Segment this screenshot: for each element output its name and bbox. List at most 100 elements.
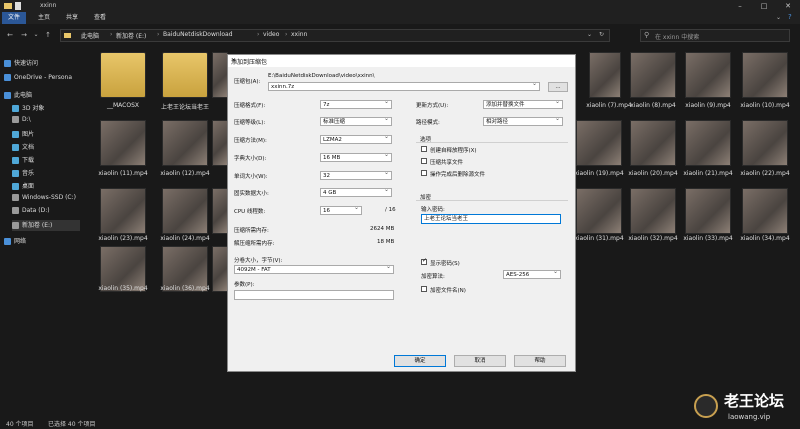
file-label[interactable]: xiaolin (9).mp4: [678, 102, 738, 109]
folder-thumbnail[interactable]: [100, 52, 146, 98]
nav-this-pc[interactable]: 此电脑: [4, 90, 32, 101]
show-password-checkbox[interactable]: [421, 257, 427, 265]
chevron-down-icon[interactable]: ⌄: [587, 31, 592, 38]
video-thumbnail[interactable]: [100, 188, 146, 234]
delete-label[interactable]: 操作完成后删除源文件: [430, 170, 485, 178]
file-label[interactable]: xiaolin (19).mp4: [569, 170, 629, 177]
cancel-button[interactable]: 取消: [454, 355, 506, 367]
ok-button[interactable]: 确定: [394, 355, 446, 367]
video-thumbnail[interactable]: [630, 52, 676, 98]
tab-file[interactable]: 文件: [2, 12, 27, 24]
nav-3d-objects[interactable]: 3D 对象: [12, 103, 44, 114]
file-label[interactable]: xiaolin (11).mp4: [93, 170, 153, 177]
video-thumbnail[interactable]: [576, 188, 622, 234]
nav-quick-access[interactable]: 快速访问: [4, 58, 38, 69]
video-thumbnail[interactable]: [100, 120, 146, 166]
password-input[interactable]: 上老王论坛当老王: [421, 214, 561, 224]
update-select[interactable]: 添加并替换文件: [483, 98, 563, 109]
video-thumbnail[interactable]: [212, 120, 228, 166]
nav-drive-d[interactable]: D:\: [12, 116, 31, 127]
enc-names-checkbox[interactable]: [421, 286, 427, 292]
solid-select[interactable]: 4 GB: [320, 186, 392, 197]
file-label[interactable]: xiaolin (24).mp4: [155, 235, 215, 242]
nav-downloads[interactable]: 下载: [12, 155, 34, 166]
address-box[interactable]: 此电脑 › 新加卷 (E:) › BaiduNetdiskDownload › …: [60, 29, 610, 42]
show-password-label[interactable]: 显示密码(S): [430, 259, 460, 267]
nav-pictures[interactable]: 图片: [12, 129, 34, 140]
chevron-down-icon[interactable]: ⌄: [776, 14, 781, 21]
sfx-checkbox[interactable]: [421, 146, 427, 152]
nav-network[interactable]: 网络: [4, 236, 26, 247]
file-label[interactable]: xiaolin (10).mp4: [735, 102, 795, 109]
file-label[interactable]: xiaolin (20).mp4: [623, 170, 683, 177]
breadcrumb-volume-e[interactable]: 新加卷 (E:): [116, 31, 146, 40]
close-icon[interactable]: ✕: [231, 57, 571, 64]
breadcrumb-this-pc[interactable]: 此电脑: [81, 31, 99, 40]
video-thumbnail[interactable]: [576, 120, 622, 166]
video-thumbnail[interactable]: [212, 246, 228, 292]
tab-share[interactable]: 共享: [60, 12, 84, 24]
video-thumbnail[interactable]: [589, 52, 621, 98]
search-input[interactable]: ⚲ 在 xxinn 中搜索: [640, 29, 790, 42]
file-label[interactable]: xiaolin (35).mp4: [93, 285, 153, 292]
file-label[interactable]: xiaolin (33).mp4: [678, 235, 738, 242]
params-input[interactable]: [234, 290, 394, 300]
file-label[interactable]: xiaolin (22).mp4: [735, 170, 795, 177]
nav-music[interactable]: 音乐: [12, 168, 34, 179]
split-select[interactable]: 4092M - FAT: [234, 263, 394, 274]
video-thumbnail[interactable]: [685, 188, 731, 234]
video-thumbnail[interactable]: [630, 120, 676, 166]
video-thumbnail[interactable]: [685, 120, 731, 166]
video-thumbnail[interactable]: [685, 52, 731, 98]
file-label[interactable]: xiaolin (32).mp4: [623, 235, 683, 242]
enc-names-label[interactable]: 加密文件名(N): [430, 286, 466, 294]
breadcrumb-baidunetdisk[interactable]: BaiduNetdiskDownload: [163, 31, 233, 38]
nav-desktop[interactable]: 桌面: [12, 181, 34, 192]
file-label[interactable]: 上老王论坛当老王: [155, 102, 215, 111]
dict-select[interactable]: 16 MB: [320, 151, 392, 162]
tab-view[interactable]: 查看: [88, 12, 112, 24]
file-label[interactable]: __MACOSX: [93, 102, 153, 109]
shared-label[interactable]: 压缩共享文件: [430, 158, 463, 166]
browse-button[interactable]: ...: [548, 82, 568, 92]
sfx-label[interactable]: 创建自释放程序(X): [430, 146, 477, 154]
file-label[interactable]: xiaolin (12).mp4: [155, 170, 215, 177]
method-select[interactable]: LZMA2: [320, 133, 392, 144]
enc-method-select[interactable]: AES-256: [503, 268, 561, 279]
nav-volume-e[interactable]: 新加卷 (E:): [12, 220, 80, 231]
video-thumbnail[interactable]: [162, 188, 208, 234]
help-button[interactable]: 帮助: [514, 355, 566, 367]
nav-drive-c[interactable]: Windows-SSD (C:): [12, 194, 76, 205]
back-arrow-icon[interactable]: ←: [4, 29, 16, 41]
file-label[interactable]: xiaolin (8).mp4: [623, 102, 683, 109]
forward-arrow-icon[interactable]: →: [18, 29, 30, 41]
archive-name-combo[interactable]: xxinn.7z: [268, 80, 540, 91]
up-arrow-icon[interactable]: ↑: [42, 29, 54, 41]
level-select[interactable]: 标准压缩: [320, 115, 392, 126]
video-thumbnail[interactable]: [742, 52, 788, 98]
folder-thumbnail[interactable]: [162, 52, 208, 98]
file-label[interactable]: xiaolin (34).mp4: [735, 235, 795, 242]
file-label[interactable]: xiaolin (36).mp4: [155, 285, 215, 292]
nav-data-d[interactable]: Data (D:): [12, 207, 50, 218]
breadcrumb-video[interactable]: video: [263, 31, 279, 38]
tab-home[interactable]: 主页: [32, 12, 56, 24]
breadcrumb-xxinn[interactable]: xxinn: [291, 31, 307, 38]
word-select[interactable]: 32: [320, 169, 392, 180]
nav-documents[interactable]: 文档: [12, 142, 34, 153]
chevron-down-icon[interactable]: ⌄: [30, 29, 42, 41]
file-label[interactable]: xiaolin (31).mp4: [569, 235, 629, 242]
video-thumbnail[interactable]: [212, 188, 228, 234]
refresh-icon[interactable]: ↻: [599, 31, 604, 38]
format-select[interactable]: 7z: [320, 98, 392, 109]
delete-checkbox[interactable]: [421, 170, 427, 176]
close-button[interactable]: ✕: [776, 0, 800, 12]
path-mode-select[interactable]: 相对路径: [483, 115, 563, 126]
minimize-button[interactable]: –: [728, 0, 752, 12]
nav-onedrive[interactable]: OneDrive - Persona: [4, 74, 72, 85]
maximize-button[interactable]: □: [752, 0, 776, 12]
video-thumbnail[interactable]: [742, 188, 788, 234]
video-thumbnail[interactable]: [212, 52, 228, 98]
video-thumbnail[interactable]: [630, 188, 676, 234]
file-label[interactable]: xiaolin (23).mp4: [93, 235, 153, 242]
